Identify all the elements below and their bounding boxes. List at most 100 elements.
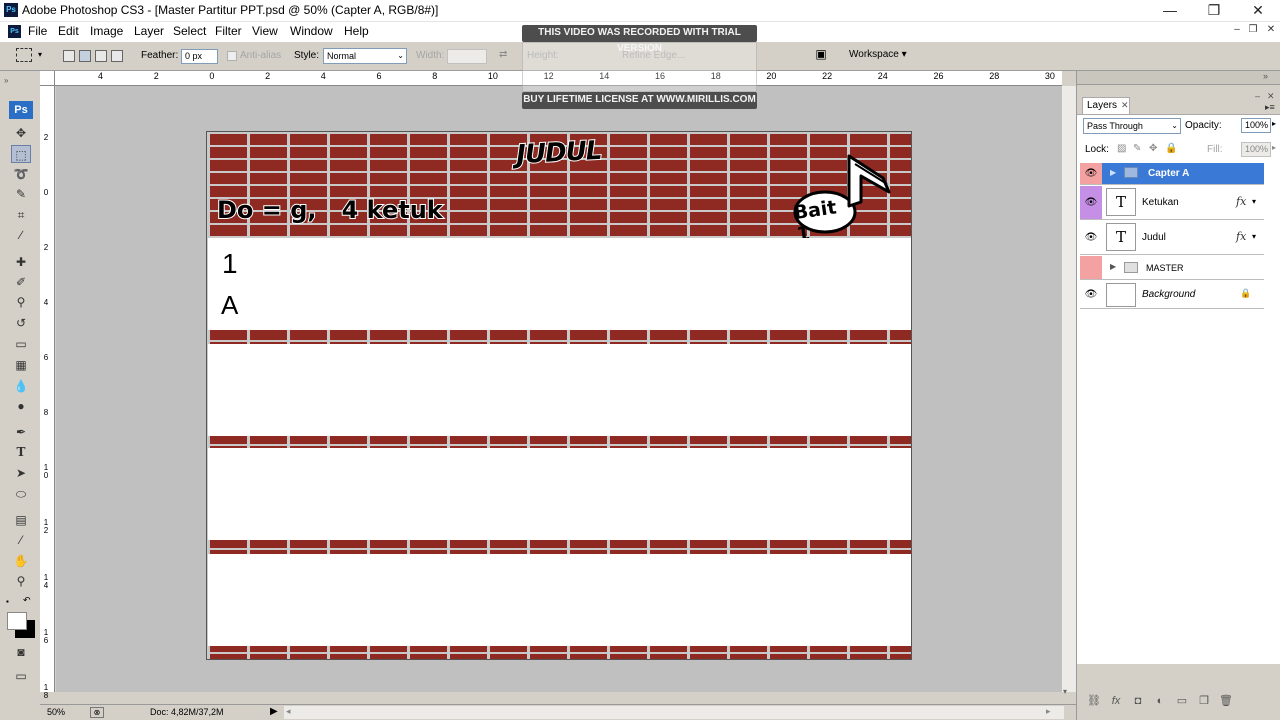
doc-minimize-icon[interactable]: – xyxy=(1230,24,1244,38)
slice-tool-icon[interactable]: ∕ xyxy=(11,226,31,244)
lock-position-icon[interactable]: ✥ xyxy=(1149,143,1157,154)
chevron-down-icon[interactable]: ▾ xyxy=(1252,232,1256,241)
move-tool-icon[interactable]: ✥ xyxy=(11,124,31,142)
layer-row-background[interactable]: 👁 Background 🔒 xyxy=(1080,281,1264,309)
opacity-input[interactable]: 100% xyxy=(1241,118,1271,133)
healing-brush-tool-icon[interactable]: ✚ xyxy=(11,253,31,271)
layers-tab[interactable]: Layers ✕ xyxy=(1082,97,1130,114)
layer-row-ketukan[interactable]: 👁 T Ketukan fx ▾ xyxy=(1080,186,1264,220)
expand-arrow-icon[interactable]: ▶ xyxy=(1110,168,1116,177)
restore-button[interactable]: ❐ xyxy=(1192,0,1236,22)
link-layers-icon[interactable]: ⛓ xyxy=(1083,694,1105,707)
style-select[interactable]: Normal ⌄ xyxy=(323,48,407,64)
feather-input[interactable]: 0 px xyxy=(181,49,218,64)
layer-name[interactable]: Capter A xyxy=(1148,168,1189,179)
vertical-scrollbar[interactable]: ▾ xyxy=(1062,86,1076,696)
eye-icon[interactable]: 👁 xyxy=(1080,163,1102,184)
collapse-icon[interactable]: » xyxy=(4,76,8,85)
menu-window[interactable]: Window xyxy=(290,24,333,38)
opacity-slider-arrow-icon[interactable]: ▸ xyxy=(1272,119,1276,128)
eye-icon[interactable]: 👁 xyxy=(1080,281,1102,308)
foreground-color-swatch[interactable] xyxy=(7,612,27,630)
chevron-down-icon[interactable]: ▾ xyxy=(38,50,42,59)
fill-slider-arrow-icon[interactable]: ▸ xyxy=(1272,143,1276,152)
path-selection-tool-icon[interactable]: ➤ xyxy=(11,464,31,482)
swap-icon[interactable]: ⇄ xyxy=(499,49,507,60)
blur-tool-icon[interactable]: 💧 xyxy=(11,377,31,395)
adjustment-layer-icon[interactable]: ◐ xyxy=(1149,695,1171,707)
menu-file[interactable]: File xyxy=(28,24,47,38)
ruler-origin[interactable] xyxy=(40,71,55,86)
pen-tool-icon[interactable]: ✒ xyxy=(11,423,31,441)
new-layer-icon[interactable]: ❐ xyxy=(1193,694,1215,707)
brush-tool-icon[interactable]: ✐ xyxy=(11,273,31,291)
crop-tool-icon[interactable]: ⌗ xyxy=(11,206,31,224)
eraser-tool-icon[interactable]: ▭ xyxy=(11,335,31,353)
fx-icon[interactable]: fx xyxy=(1236,195,1246,208)
default-colors-icon[interactable]: ▪ xyxy=(6,597,9,606)
lock-transparent-icon[interactable]: ▨ xyxy=(1117,143,1126,154)
panel-menu-icon[interactable]: ▸≡ xyxy=(1265,102,1275,113)
minimize-button[interactable]: — xyxy=(1148,0,1192,22)
collapse-icon[interactable]: » xyxy=(1263,71,1268,81)
menu-filter[interactable]: Filter xyxy=(215,24,242,38)
quick-mask-icon[interactable]: ◙ xyxy=(11,643,31,661)
expand-arrow-icon[interactable]: ▶ xyxy=(1110,262,1116,271)
zoom-level[interactable]: 50% xyxy=(47,707,65,717)
close-tab-icon[interactable]: ✕ xyxy=(1121,100,1129,111)
layer-name[interactable]: Background xyxy=(1142,289,1195,300)
doc-close-icon[interactable]: ✕ xyxy=(1264,24,1278,38)
lock-all-icon[interactable]: 🔒 xyxy=(1165,143,1177,154)
workspace-button[interactable]: Workspace ▾ xyxy=(849,49,907,60)
scroll-right-icon[interactable]: ▸ xyxy=(1046,706,1051,717)
quick-selection-tool-icon[interactable]: ✎ xyxy=(11,185,31,203)
panel-dock-header[interactable]: » xyxy=(1077,71,1280,85)
menu-view[interactable]: View xyxy=(252,24,278,38)
antialias-checkbox[interactable] xyxy=(227,51,237,61)
layer-name[interactable]: Ketukan xyxy=(1142,197,1179,208)
status-icon[interactable]: ⊗ xyxy=(90,707,104,718)
chevron-down-icon[interactable]: ▾ xyxy=(1252,197,1256,206)
scroll-left-icon[interactable]: ◂ xyxy=(286,706,291,717)
panel-close-icon[interactable]: ✕ xyxy=(1267,91,1275,102)
menu-edit[interactable]: Edit xyxy=(58,24,79,38)
delete-layer-icon[interactable]: 🗑 xyxy=(1215,694,1237,707)
new-selection-icon[interactable] xyxy=(63,50,75,62)
layer-name[interactable]: Judul xyxy=(1142,232,1166,243)
menu-help[interactable]: Help xyxy=(344,24,369,38)
zoom-tool-icon[interactable]: ⚲ xyxy=(11,572,31,590)
hand-tool-icon[interactable]: ✋ xyxy=(11,552,31,570)
layer-row-capter-a[interactable]: 👁 ▶ Capter A xyxy=(1080,163,1264,185)
bridge-icon[interactable]: ▣ xyxy=(810,47,832,65)
menu-select[interactable]: Select xyxy=(173,24,206,38)
close-button[interactable]: ✕ xyxy=(1236,0,1280,22)
menu-image[interactable]: Image xyxy=(90,24,123,38)
menu-layer[interactable]: Layer xyxy=(134,24,164,38)
scroll-down-icon[interactable]: ▾ xyxy=(1063,687,1067,696)
layer-row-master[interactable]: ▶ MASTER xyxy=(1080,256,1264,280)
intersect-selection-icon[interactable] xyxy=(111,50,123,62)
layer-name[interactable]: MASTER xyxy=(1146,263,1184,273)
notes-tool-icon[interactable]: ▤ xyxy=(11,511,31,529)
panel-minimize-icon[interactable]: – xyxy=(1255,91,1260,101)
type-tool-icon[interactable]: T xyxy=(11,443,31,461)
add-mask-icon[interactable]: ◘ xyxy=(1127,695,1149,707)
clone-stamp-tool-icon[interactable]: ⚲ xyxy=(11,293,31,311)
status-menu-arrow-icon[interactable]: ▶ xyxy=(270,706,278,717)
document-icon[interactable]: Ps xyxy=(8,25,21,38)
add-selection-icon[interactable] xyxy=(79,50,91,62)
fill-input[interactable]: 100% xyxy=(1241,142,1271,157)
shape-tool-icon[interactable]: ⬭ xyxy=(11,485,31,503)
eyedropper-tool-icon[interactable]: ⁄ xyxy=(11,531,31,549)
marquee-tool-icon[interactable]: ⬚ xyxy=(11,145,31,163)
history-brush-tool-icon[interactable]: ↺ xyxy=(11,314,31,332)
blend-mode-select[interactable]: Pass Through ⌄ xyxy=(1083,118,1181,134)
subtract-selection-icon[interactable] xyxy=(95,50,107,62)
lasso-tool-icon[interactable]: ➰ xyxy=(11,165,31,183)
eye-icon[interactable]: 👁 xyxy=(1080,221,1102,254)
screen-mode-icon[interactable]: ▭ xyxy=(11,667,31,685)
document-canvas[interactable]: JUDUL Do = g, 4 ketuk Bait 1 1 A xyxy=(206,131,912,660)
marquee-tool-preset-icon[interactable] xyxy=(16,48,32,62)
swap-colors-icon[interactable]: ↶ xyxy=(23,595,31,606)
layer-row-judul[interactable]: 👁 T Judul fx ▾ xyxy=(1080,221,1264,255)
